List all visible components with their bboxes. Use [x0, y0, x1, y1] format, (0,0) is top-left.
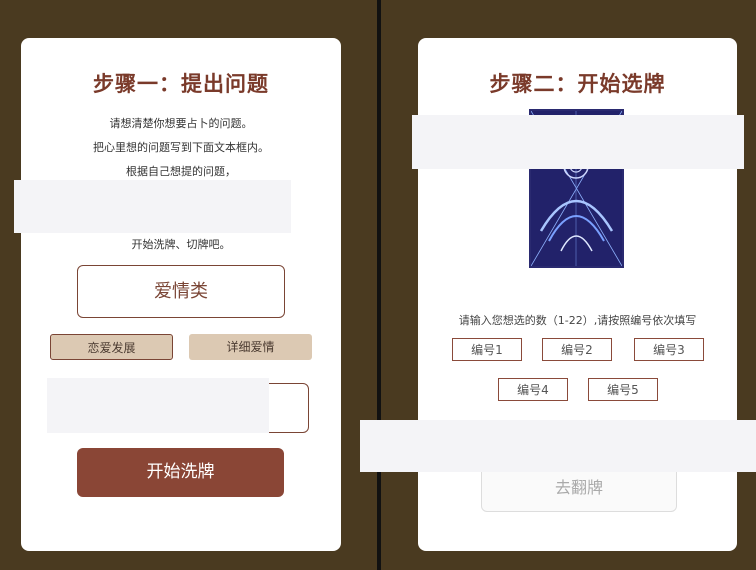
- selection-instruction: 请输入您想选的数（1-22）,请按照编号依次填写: [458, 314, 697, 327]
- right-panel: 步骤二：开始选牌 请输入您想选的数（1-22）,请按照编号依次填写 编号1 编号…: [360, 0, 756, 570]
- number-field-5[interactable]: 编号5: [588, 378, 658, 401]
- redaction-overlay: [47, 378, 269, 433]
- step-two-title: 步骤二：开始选牌: [489, 72, 666, 96]
- step-one-card: 步骤一：提出问题 请想清楚你想要占卜的问题。 把心里想的问题写到下面文本框内。 …: [21, 38, 341, 551]
- instruction-line-2: 把心里想的问题写到下面文本框内。: [93, 141, 269, 154]
- left-panel: 步骤一：提出问题 请想清楚你想要占卜的问题。 把心里想的问题写到下面文本框内。 …: [0, 0, 377, 570]
- tag-detailed-love[interactable]: 详细爱情: [189, 334, 312, 360]
- number-field-4[interactable]: 编号4: [498, 378, 568, 401]
- tag-love-development[interactable]: 恋爱发展: [50, 334, 173, 360]
- number-field-3[interactable]: 编号3: [634, 338, 704, 361]
- number-field-2[interactable]: 编号2: [542, 338, 612, 361]
- number-field-1[interactable]: 编号1: [452, 338, 522, 361]
- step-one-title: 步骤一：提出问题: [93, 72, 269, 96]
- redaction-overlay: [360, 420, 756, 472]
- redaction-overlay: [412, 115, 744, 169]
- instruction-line-3: 根据自己想提的问题，: [126, 165, 236, 178]
- start-shuffle-button[interactable]: 开始洗牌: [77, 448, 284, 497]
- instruction-line-1: 请想清楚你想要占卜的问题。: [109, 117, 253, 130]
- redaction-overlay: [14, 180, 291, 233]
- instruction-line-4: 开始洗牌、切牌吧。: [131, 238, 231, 251]
- category-selector[interactable]: 爱情类: [77, 265, 285, 318]
